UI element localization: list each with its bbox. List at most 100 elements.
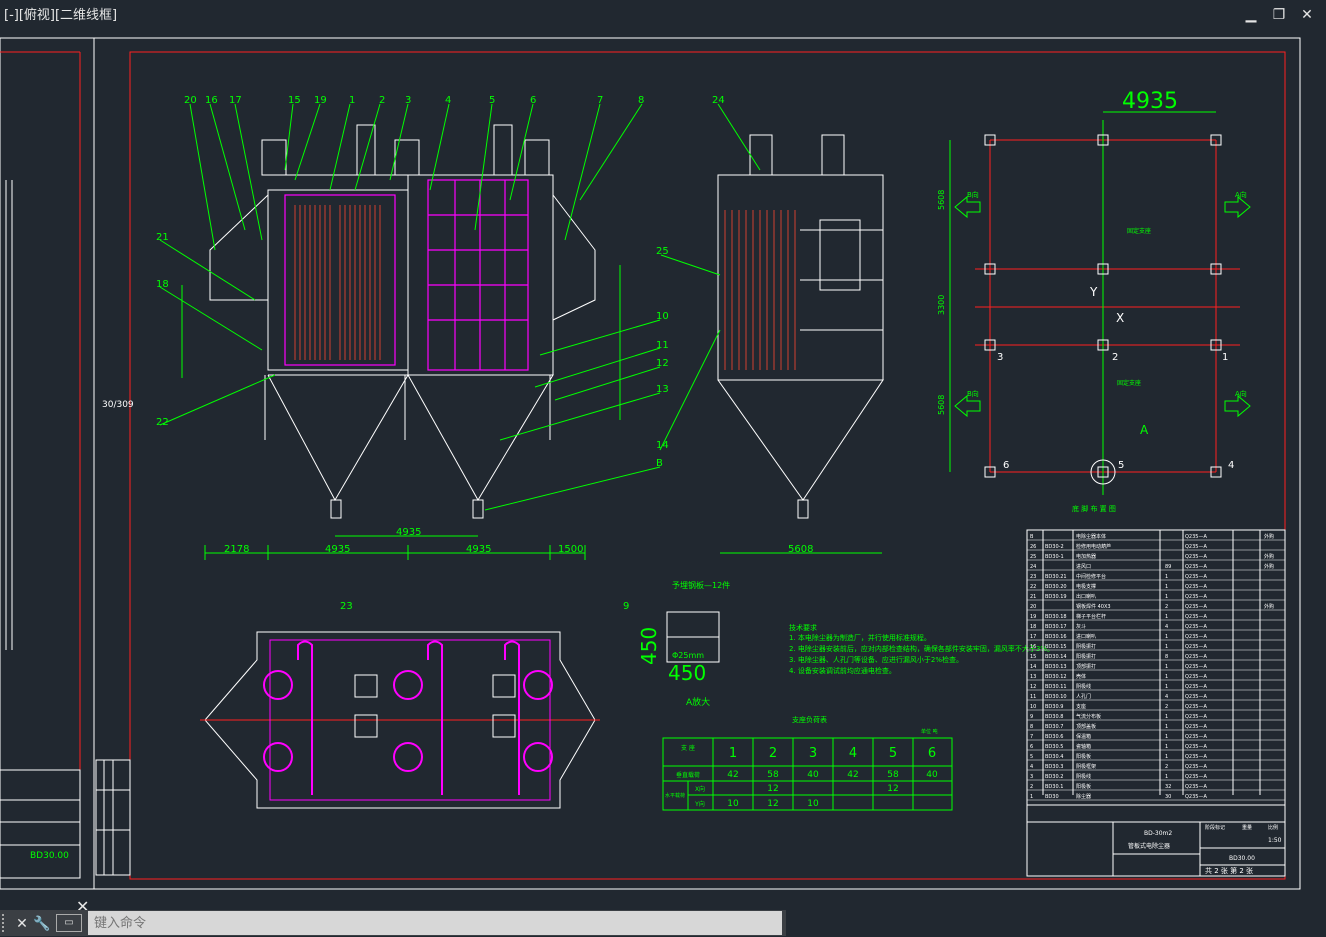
bom-cell: 4 <box>1165 624 1168 630</box>
bom-cell: 16 <box>1030 644 1036 650</box>
bom-cell: 30 <box>1165 794 1171 800</box>
bom-cell: BD30 <box>1045 794 1059 800</box>
balloon-17: 17 <box>229 95 242 106</box>
bom-cell: 保温箱 <box>1076 733 1091 740</box>
plan-left-dim-1: 5608 <box>937 190 946 210</box>
bom-cell: 1 <box>1165 664 1168 670</box>
bom-cell: BD30.1 <box>1045 784 1063 790</box>
bom-cell: BD30-2 <box>1045 544 1064 550</box>
support-cell: 12 <box>767 799 778 809</box>
bom-cell: 4 <box>1030 764 1033 770</box>
balloon-8: 8 <box>638 95 644 106</box>
bom-cell: 18 <box>1030 624 1036 630</box>
balloon-16: 16 <box>205 95 218 106</box>
tb-name: 管板式电除尘器 <box>1128 842 1170 850</box>
bom-cell: 1 <box>1165 724 1168 730</box>
bom-cell: 1 <box>1165 774 1168 780</box>
balloon-20: 20 <box>184 95 197 106</box>
tech-requirements: 技术要求 1. 本电除尘器为制造厂，并行使用标准规程。 2. 电除尘器安装前后，… <box>789 623 1054 675</box>
bom-cell: Q235—A <box>1185 544 1207 550</box>
front-elevation <box>209 124 596 519</box>
tb-hdr-3: 比例 <box>1268 824 1278 831</box>
tb-sheet: 共 2 张 第 2 张 <box>1205 866 1253 875</box>
bom-cell: 电加热器 <box>1076 553 1096 560</box>
bom-cell: 阳极板 <box>1076 753 1091 760</box>
bom-cell: 17 <box>1030 634 1036 640</box>
bom-cell: 1 <box>1165 754 1168 760</box>
bom-cell: 14 <box>1030 664 1036 670</box>
bom-cell: BD30.12 <box>1045 674 1067 680</box>
bom-cell: BD30.7 <box>1045 724 1063 730</box>
bom-cell: 阴极线 <box>1076 773 1091 780</box>
bom-cell: BD30.2 <box>1045 774 1063 780</box>
bom-cell: B <box>1030 534 1034 540</box>
dimension-lines <box>181 265 882 560</box>
tools-icon[interactable]: 🔧 <box>32 915 52 932</box>
detail-title: 予埋钢板—12件 <box>672 580 730 590</box>
support-header-cell: 3 <box>809 746 817 761</box>
detail-dim-v: 450 <box>637 627 661 665</box>
tb-hdr-1: 阶段标记 <box>1205 824 1225 831</box>
tb-scale: 1:50 <box>1268 837 1282 844</box>
bom-cell: 1 <box>1165 634 1168 640</box>
support-cell: 10 <box>727 799 739 809</box>
bom-cell: Q235—A <box>1185 564 1207 570</box>
bom-cell: Q235—A <box>1185 604 1207 610</box>
bom-cell: 11 <box>1030 694 1036 700</box>
dim-4935-c: 4935 <box>466 544 491 555</box>
tech-req-3: 3. 电除尘器、人孔门等设备、应进行漏风小于2%检查。 <box>789 655 963 664</box>
support-cell: 12 <box>767 784 778 794</box>
bom-cell: 21 <box>1030 594 1036 600</box>
bom-cell: 7 <box>1030 734 1033 740</box>
command-history-icon[interactable]: ▭ <box>56 914 82 932</box>
plan-pt-6: 6 <box>1003 460 1009 471</box>
bom-cell: Q235—A <box>1185 644 1207 650</box>
plan-note-1: 固定支座 <box>1127 227 1151 235</box>
balloon-7: 7 <box>597 95 603 106</box>
support-row-label: X向 <box>695 785 705 793</box>
plan-texts: 4935 5608 3300 5608 B向 A向 B向 A向 Y X A 1 … <box>937 89 1247 513</box>
bom-cell: 26 <box>1030 544 1036 550</box>
bom-cell: BD30-1 <box>1045 554 1064 560</box>
tb-name-top: BD-30m2 <box>1144 830 1172 837</box>
balloon-9: 9 <box>623 601 629 612</box>
bom-cell: 阳极振打 <box>1076 653 1096 660</box>
bom-cell: 灰斗 <box>1076 623 1086 630</box>
bom-cell: 24 <box>1030 564 1036 570</box>
plan-label-a2: A向 <box>1235 389 1247 398</box>
balloon-2: 2 <box>379 95 385 106</box>
bom-cell: 1 <box>1165 584 1168 590</box>
bom-cell: 梯子平台栏杆 <box>1076 613 1106 620</box>
bom-cell: BD30.13 <box>1045 664 1067 670</box>
close-command-icon[interactable]: ✕ <box>12 915 32 932</box>
bom-cell: Q235—A <box>1185 724 1207 730</box>
bom-cell: BD30.10 <box>1045 694 1067 700</box>
bom-cell: 2 <box>1165 764 1168 770</box>
grip-handle[interactable] <box>2 914 12 932</box>
bom-cell: 1 <box>1165 714 1168 720</box>
bom-cell: 1 <box>1165 574 1168 580</box>
bom-cell: BD30.21 <box>1045 574 1067 580</box>
layout-frames: BD30.00 <box>0 37 1301 890</box>
dim-2178: 2178 <box>224 544 249 555</box>
plan-pt-4: 4 <box>1228 460 1234 471</box>
bom-cell: 外购 <box>1264 603 1274 610</box>
balloon-24: 24 <box>712 95 725 106</box>
command-input[interactable] <box>88 911 782 935</box>
bom-cell: 出口喇叭 <box>1076 593 1096 600</box>
plan-label-a1: A向 <box>1235 190 1247 199</box>
tb-hdr-2: 重量 <box>1242 824 1252 831</box>
bom-cell: Q235—A <box>1185 664 1207 670</box>
dim-4935-a: 4935 <box>325 544 350 555</box>
command-bar: ✕ 🔧 ▭ <box>0 910 786 936</box>
plan-pt-1: 1 <box>1222 352 1228 363</box>
drawing-canvas[interactable]: BD30.00 30/309 20 16 17 15 19 1 2 3 4 5 … <box>0 0 1326 937</box>
bom-cell: Q235—A <box>1185 714 1207 720</box>
bom-cell: 2 <box>1165 704 1168 710</box>
bom-cell: 4 <box>1165 694 1168 700</box>
bom-cell: 阴极振打 <box>1076 643 1096 650</box>
bom-cell: Q235—A <box>1185 674 1207 680</box>
tech-req-title: 技术要求 <box>789 623 817 632</box>
front-dims: 2178 4935 4935 4935 1500 5608 <box>224 527 813 555</box>
bom-cell: 10 <box>1030 704 1036 710</box>
